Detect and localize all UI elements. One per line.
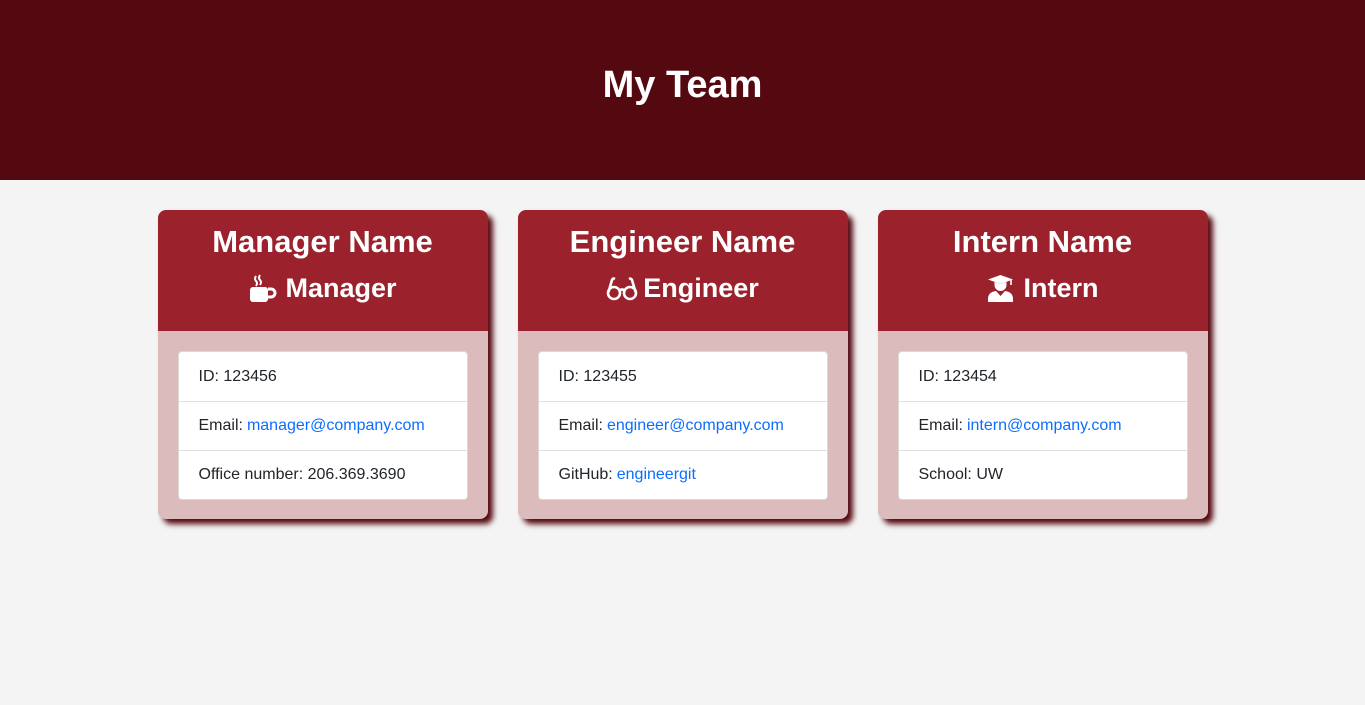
list-item-id: ID: 123454 — [899, 352, 1187, 401]
employee-name: Intern Name — [952, 224, 1133, 259]
office-number-text: Office number: 206.369.3690 — [198, 466, 406, 483]
role-label: Manager — [285, 273, 397, 303]
github-label: GitHub: — [558, 466, 613, 483]
employee-role: Engineer — [518, 271, 848, 305]
list-item-school: School: UW — [898, 450, 1187, 499]
employee-name: Engineer Name — [569, 224, 796, 259]
card-header: Manager Name Manager — [157, 210, 488, 331]
email-link[interactable]: intern@company.com — [967, 417, 1122, 435]
card-header: Intern Name Intern — [877, 210, 1208, 331]
list-item-github: GitHub: engineergit — [538, 450, 827, 499]
role-label: Intern — [1023, 273, 1099, 303]
email-label: Email: — [198, 417, 243, 434]
mug-icon — [248, 273, 277, 303]
details-list: ID: 123454 Email: intern@company.com Sch… — [897, 351, 1188, 500]
details-list: ID: 123455 Email: engineer@company.com G… — [537, 351, 828, 500]
id-text: ID: 123456 — [198, 367, 277, 385]
role-label: Engineer — [643, 273, 759, 303]
id-text: ID: 123454 — [918, 367, 997, 385]
list-item-office: Office number: 206.369.3690 — [178, 450, 467, 499]
manager-card: Manager Name Manager ID: 123456 Email: m… — [157, 210, 488, 519]
page-title: My Team — [602, 63, 763, 106]
employee-role: Intern — [878, 271, 1208, 305]
card-body: ID: 123455 Email: engineer@company.com G… — [518, 331, 848, 500]
engineer-card: Engineer Name Engineer ID: 123455 Email:… — [517, 210, 848, 519]
email-label: Email: — [918, 417, 963, 434]
employee-name: Manager Name — [212, 224, 433, 259]
list-item-email: Email: engineer@company.com — [538, 401, 827, 450]
email-link[interactable]: manager@company.com — [247, 417, 425, 435]
details-list: ID: 123456 Email: manager@company.com Of… — [177, 351, 468, 500]
list-item-email: Email: intern@company.com — [898, 401, 1187, 450]
github-link[interactable]: engineergit — [617, 466, 696, 484]
employee-role: Manager — [158, 271, 488, 305]
email-link[interactable]: engineer@company.com — [607, 417, 784, 435]
list-item-id: ID: 123455 — [539, 352, 827, 401]
glasses-icon — [606, 274, 638, 303]
list-item-email: Email: manager@company.com — [178, 401, 467, 450]
page-header: My Team — [0, 0, 1365, 180]
email-label: Email: — [558, 417, 603, 434]
intern-card: Intern Name Intern ID: 123454 Email: int… — [877, 210, 1208, 519]
card-body: ID: 123454 Email: intern@company.com Sch… — [878, 331, 1208, 500]
graduate-icon — [986, 274, 1015, 303]
id-text: ID: 123455 — [558, 367, 637, 385]
card-body: ID: 123456 Email: manager@company.com Of… — [158, 331, 488, 500]
school-text: School: UW — [918, 466, 1003, 483]
list-item-id: ID: 123456 — [179, 352, 467, 401]
team-cards: Manager Name Manager ID: 123456 Email: m… — [0, 210, 1365, 519]
card-header: Engineer Name Engineer — [517, 210, 848, 331]
